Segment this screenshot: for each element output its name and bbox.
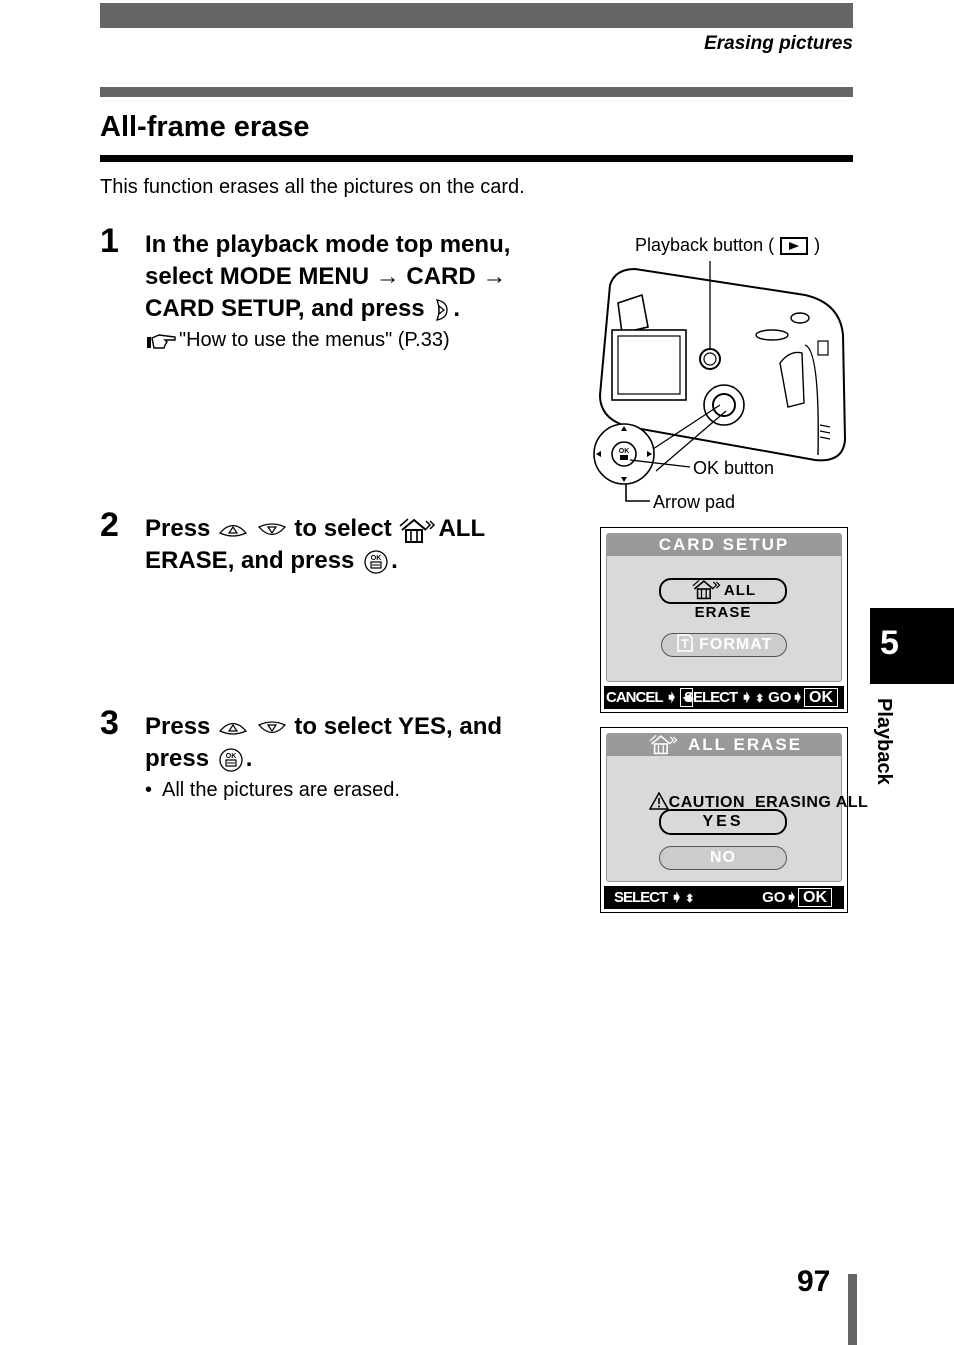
option-all-erase[interactable]: ALL ERASE — [659, 578, 787, 621]
arrow-down-button-icon — [257, 721, 286, 733]
card-format-icon — [676, 634, 693, 653]
arrow-up-button-icon — [219, 524, 248, 537]
step-1-text: In the playback mode top menu, select MO… — [145, 229, 510, 325]
ok-label-on-pad: OK — [619, 448, 630, 455]
go-hint: GO➧ OK — [762, 886, 832, 909]
up-down-key-icon: ⬍ — [685, 893, 694, 905]
pointing-hand-icon — [147, 334, 176, 349]
option-no[interactable]: NO — [659, 846, 787, 870]
step-1-line-1: In the playback mode top menu, — [145, 231, 511, 258]
chapter-tab[interactable]: 5 — [870, 608, 954, 684]
playback-button-callout: Playback button ( ) — [635, 235, 821, 256]
card-setup-panel: CARD SETUP ALL ERASE FORMAT — [606, 533, 842, 682]
page-title: All-frame erase — [100, 111, 310, 143]
card-setup-footer: CANCEL ➧ ◂ SELECT ➧ ⬍ GO➧ OK — [604, 686, 844, 709]
page-number: 97 — [797, 1265, 831, 1298]
step-1-number: 1 — [100, 222, 119, 260]
step-1-line-3: CARD SETUP, and press . — [145, 295, 460, 322]
step-1-reference[interactable]: "How to use the menus" (P.33) — [145, 329, 450, 352]
go-hint: GO➧ OK — [768, 686, 838, 709]
step-3-line-2: press OK. — [145, 745, 253, 772]
all-erase-footer: SELECT ➧ ⬍ GO➧ OK — [604, 886, 844, 909]
arrow-up-button-icon — [219, 722, 248, 735]
card-setup-title: CARD SETUP — [607, 534, 841, 556]
option-yes[interactable]: YES — [659, 809, 787, 835]
step-3-bullet: • All the pictures are erased. — [145, 779, 400, 801]
option-format[interactable]: FORMAT — [661, 633, 787, 657]
card-setup-screen: CARD SETUP ALL ERASE FORMAT CANCEL ➧ ◂ S… — [600, 527, 848, 713]
all-erase-trash-icon — [692, 580, 721, 600]
ok-key-icon: OK — [798, 888, 832, 907]
step-3-number: 3 — [100, 704, 119, 742]
step-2-text: Press to select ALL ERASE, and press OK. — [145, 513, 485, 577]
arrow-down-button-icon — [257, 523, 286, 535]
title-bar — [100, 87, 853, 97]
select-hint: SELECT ➧ ⬍ — [614, 889, 694, 906]
header-bar — [100, 3, 853, 28]
select-hint: SELECT ➧ ⬍ — [684, 689, 764, 706]
section-title: Erasing pictures — [704, 33, 853, 54]
ok-button-icon: OK — [364, 550, 388, 574]
ok-button-callout: OK button — [693, 458, 775, 478]
playback-icon — [780, 237, 809, 256]
all-erase-trash-icon — [649, 734, 678, 755]
all-erase-title: ALL ERASE — [607, 734, 841, 756]
svg-text:OK: OK — [225, 753, 236, 760]
warning-icon — [648, 791, 669, 810]
cancel-hint: CANCEL ➧ ◂ — [606, 686, 694, 709]
up-down-key-icon: ⬍ — [755, 693, 764, 705]
title-rule — [100, 155, 853, 162]
ok-key-icon: OK — [804, 688, 838, 707]
step-2-number: 2 — [100, 506, 119, 544]
step-2-line-2: ERASE, and press OK. — [145, 547, 398, 574]
step-2-line-1: Press to select ALL — [145, 515, 486, 543]
ok-button-icon: OK — [219, 748, 243, 772]
step-3-line-1: Press to select YES, and — [145, 713, 503, 740]
arrow-right-button-icon — [436, 298, 448, 321]
intro-text: This function erases all the pictures on… — [100, 176, 525, 198]
step-1-line-2: select MODE MENU → CARD → — [145, 263, 507, 290]
step-3-text: Press to select YES, and press OK. — [145, 711, 502, 775]
chapter-number: 5 — [880, 624, 899, 662]
arrow-pad-callout: Arrow pad — [653, 492, 736, 512]
chapter-label: Playback — [873, 698, 895, 785]
all-erase-panel: ALL ERASE CAUTION ERASING ALL YES NO — [606, 733, 868, 882]
all-erase-trash-icon — [399, 518, 436, 543]
page-number-bar — [848, 1274, 857, 1345]
svg-text:OK: OK — [371, 555, 382, 562]
all-erase-screen: ALL ERASE CAUTION ERASING ALL YES NO SEL… — [600, 727, 868, 913]
